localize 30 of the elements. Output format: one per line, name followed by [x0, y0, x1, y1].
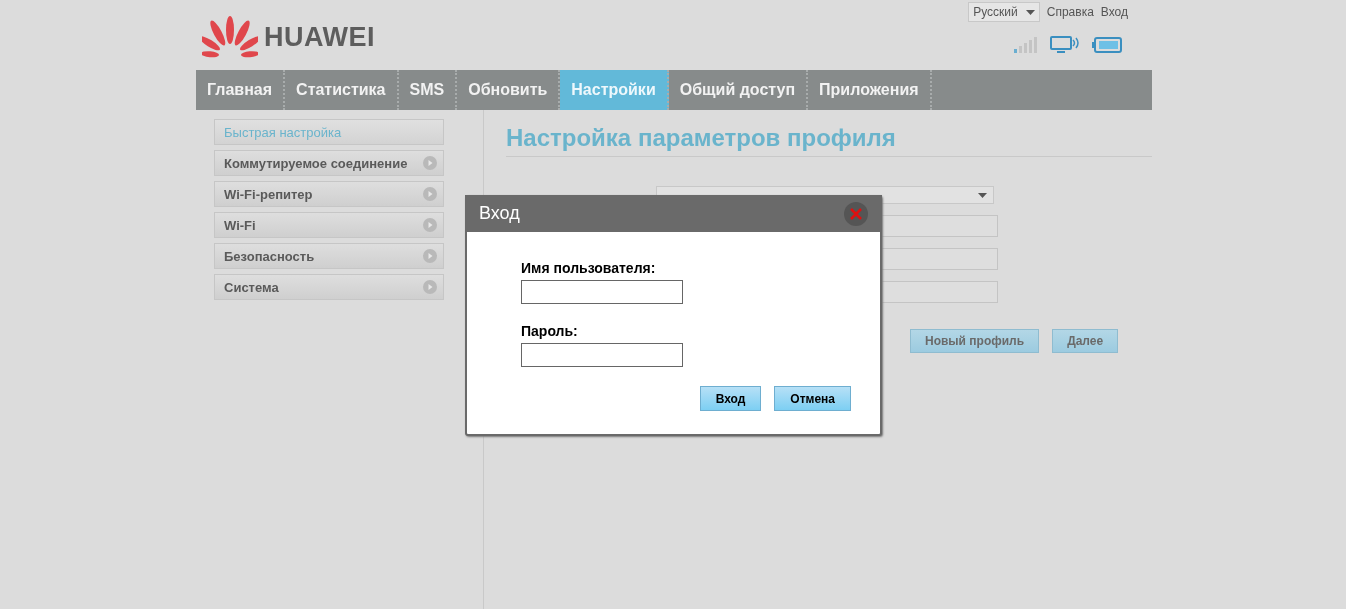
- sidebar-item[interactable]: Wi-Fi-репитер: [214, 181, 444, 207]
- page-button[interactable]: Новый профиль: [910, 329, 1040, 353]
- signal-icon: [1014, 37, 1038, 53]
- caret-icon: [978, 192, 987, 198]
- monitor-icon: [1050, 36, 1080, 54]
- header-link[interactable]: Справка: [1046, 5, 1094, 19]
- header-link[interactable]: Вход: [1100, 5, 1128, 19]
- language-select[interactable]: Русский: [968, 2, 1040, 22]
- dialog-title: Вход: [479, 203, 520, 224]
- sidebar-item[interactable]: Система: [214, 274, 444, 300]
- nav-tab[interactable]: Статистика: [285, 70, 399, 110]
- caret-icon: [1025, 9, 1035, 15]
- nav-tab[interactable]: Приложения: [808, 70, 932, 110]
- nav-tab[interactable]: SMS: [398, 70, 458, 110]
- dialog-button[interactable]: Вход: [699, 386, 762, 411]
- nav-tab[interactable]: Главная: [196, 70, 286, 110]
- nav-tab[interactable]: Общий доступ: [668, 70, 809, 110]
- battery-icon: [1092, 37, 1122, 53]
- brand-name: HUAWEI: [264, 21, 375, 53]
- input-field[interactable]: [521, 280, 683, 304]
- dialog-button[interactable]: Отмена: [774, 386, 851, 411]
- sidebar-item[interactable]: Коммутируемое соединение: [214, 150, 444, 176]
- page-button[interactable]: Далее: [1052, 329, 1119, 353]
- field-label: Имя пользователя:: [521, 260, 657, 276]
- page-title: Настройка параметров профиля: [506, 124, 1152, 157]
- sidebar-item[interactable]: Безопасность: [214, 243, 444, 269]
- field-label: Пароль:: [521, 323, 579, 339]
- input-field[interactable]: [521, 343, 683, 367]
- sidebar-item[interactable]: Wi-Fi: [214, 212, 444, 238]
- logo-icon: [202, 16, 258, 58]
